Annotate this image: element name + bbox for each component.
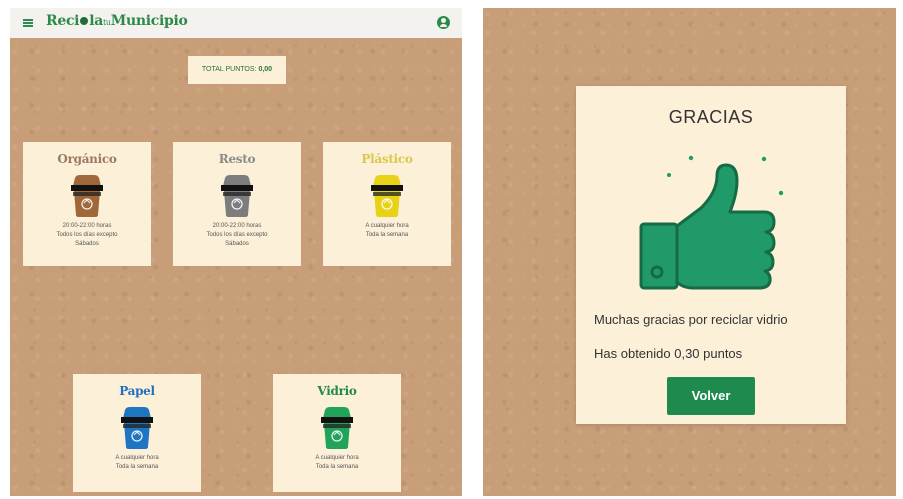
trash-bin-icon <box>371 175 403 217</box>
logo-dot-icon <box>80 17 89 25</box>
bin-schedule: 20:00-22:00 horas Todos los días excepto S… <box>206 223 268 247</box>
thank-you-dialog: GRACIAS Muchas gracias por reciclar vidr… <box>576 86 846 424</box>
bin-card-plastico[interactable]: Plástico A cualquier hora Toda la semana <box>323 142 451 266</box>
bin-card-papel[interactable]: Papel A cualquier hora Toda la semana <box>73 374 201 492</box>
bin-card-organico[interactable]: Orgánico 20:00-22:00 horas Todos los días… <box>23 142 151 266</box>
bin-title: Resto <box>218 152 256 166</box>
bin-title: Plástico <box>361 152 413 166</box>
main-screen: Reci latuMunicipio TOTAL PUNTOS: 0,00 Org… <box>10 8 462 496</box>
bin-card-vidrio[interactable]: Vidrio A cualquier hora Toda la semana <box>273 374 401 492</box>
confirmation-screen: GRACIAS Muchas gracias por reciclar vidr… <box>483 8 896 496</box>
trash-bin-icon <box>121 407 153 449</box>
volver-button[interactable]: Volver <box>667 377 755 415</box>
bin-schedule: 20:00-22:00 horas Todos los días excepto S… <box>56 223 118 247</box>
bin-title: Papel <box>119 384 155 398</box>
bin-title: Vidrio <box>317 384 357 398</box>
points-earned-text: Has obtenido 0,30 puntos <box>594 346 743 361</box>
bin-schedule: A cualquier hora Toda la semana <box>365 223 409 238</box>
menu-icon[interactable] <box>23 19 33 27</box>
thank-you-message: Muchas gracias por reciclar vidrio <box>594 312 788 327</box>
bin-schedule: A cualquier hora Toda la semana <box>115 455 159 470</box>
bin-card-resto[interactable]: Resto 20:00-22:00 horas Todos los días ex… <box>173 142 301 266</box>
thumbs-up-icon <box>639 155 784 290</box>
user-account-icon[interactable] <box>437 16 450 29</box>
bin-title: Orgánico <box>57 152 117 166</box>
trash-bin-icon <box>321 407 353 449</box>
trash-bin-icon <box>221 175 253 217</box>
dialog-title: GRACIAS <box>668 107 754 127</box>
app-logo[interactable]: Reci latuMunicipio <box>46 13 188 29</box>
top-bar: Reci latuMunicipio <box>10 8 462 38</box>
bin-schedule: A cualquier hora Toda la semana <box>315 455 359 470</box>
trash-bin-icon <box>71 175 103 217</box>
total-points: TOTAL PUNTOS: 0,00 <box>188 56 286 84</box>
